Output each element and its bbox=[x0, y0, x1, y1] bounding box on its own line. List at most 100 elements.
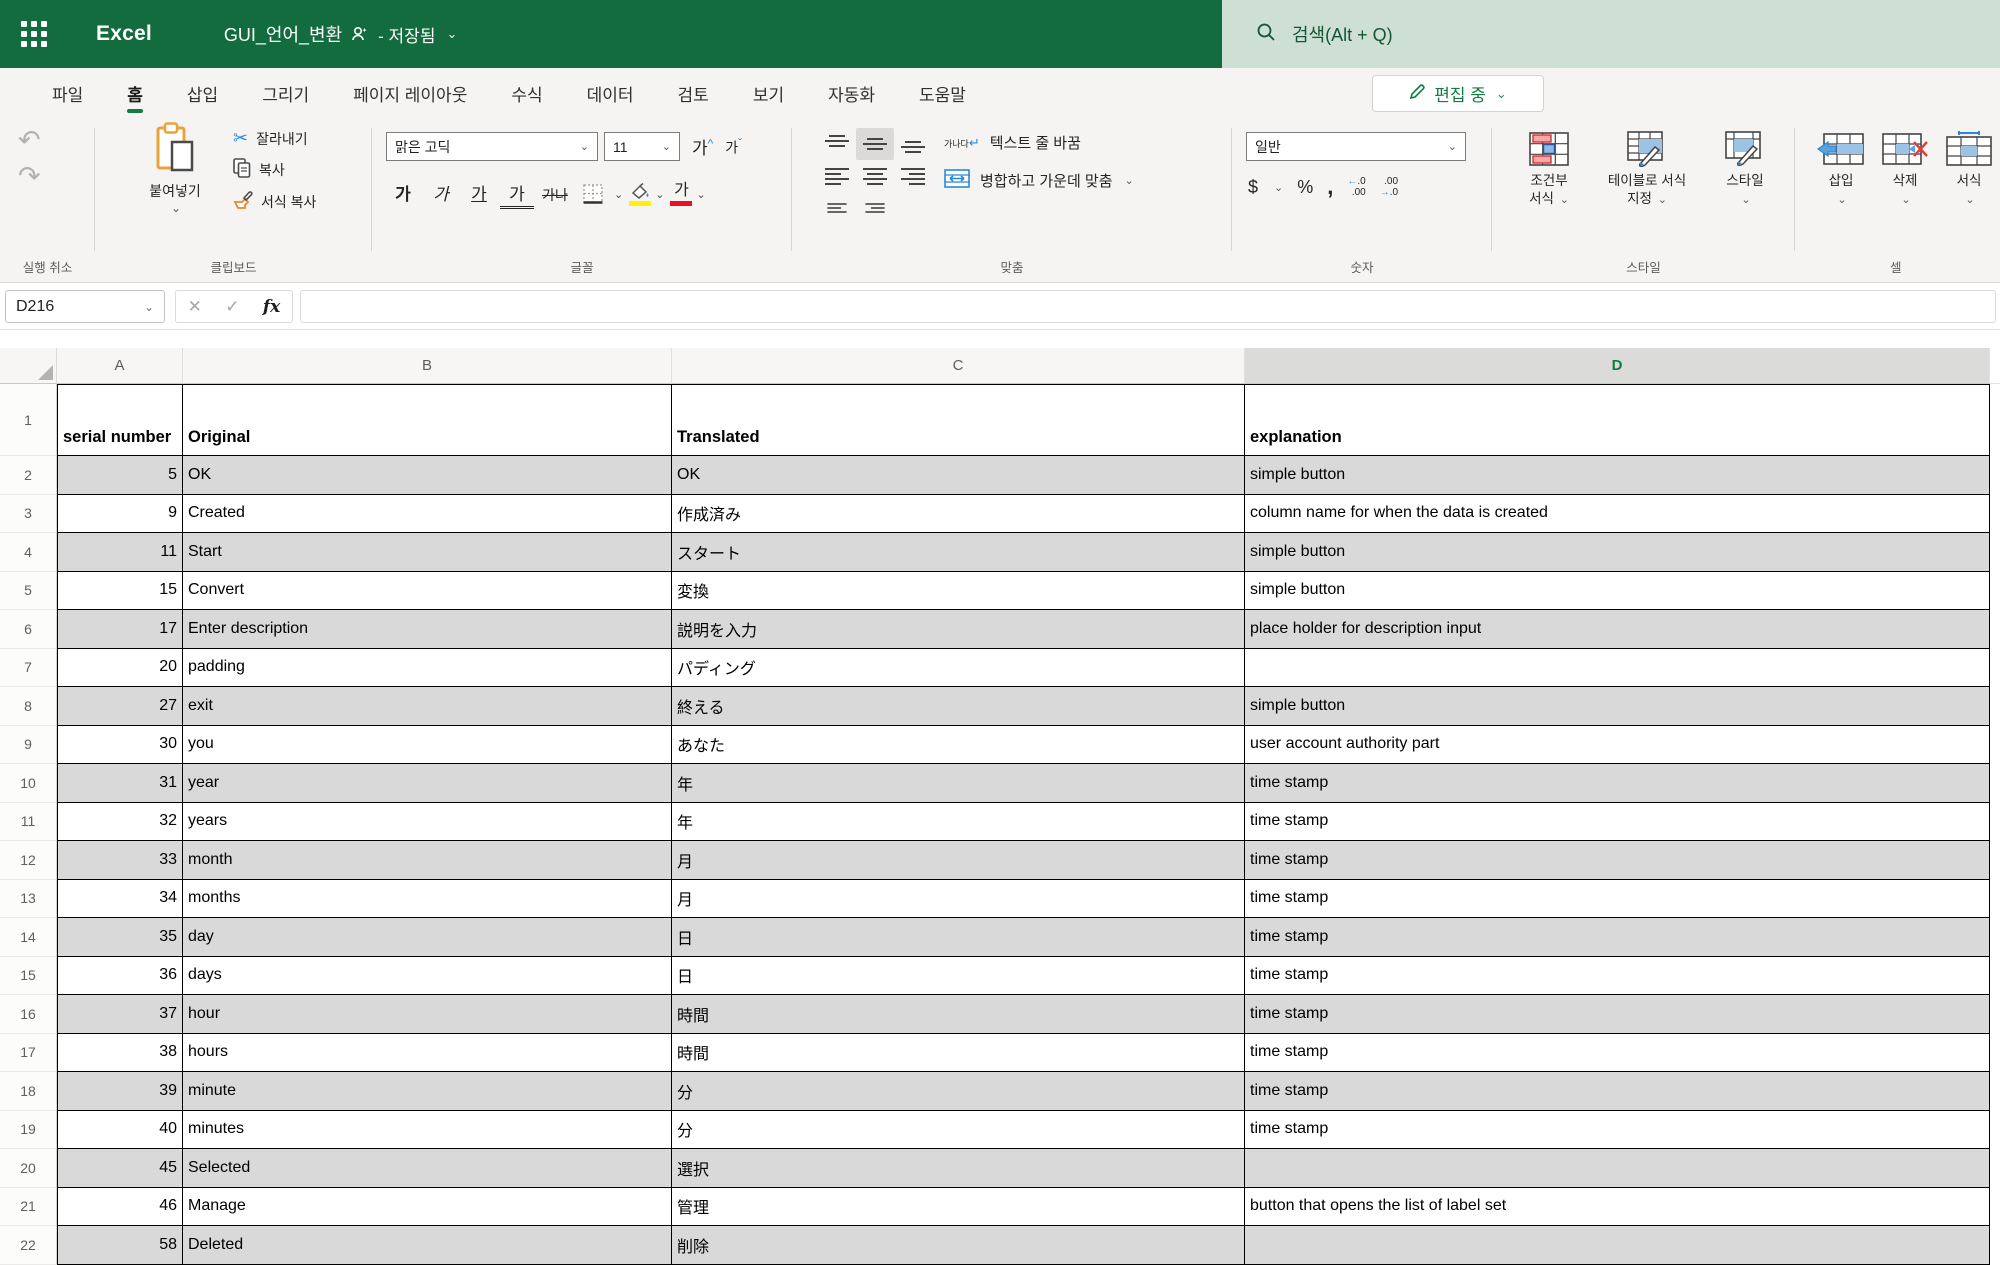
cell-D11[interactable]: time stamp bbox=[1245, 803, 1990, 842]
increase-decimal-button[interactable]: .00→.0 bbox=[1380, 176, 1398, 198]
cell-C10[interactable]: 年 bbox=[672, 764, 1245, 803]
row-header-1[interactable]: 1 bbox=[0, 384, 57, 456]
cell-B13[interactable]: months bbox=[183, 880, 672, 919]
cell-D6[interactable]: place holder for description input bbox=[1245, 610, 1990, 649]
strikethrough-button[interactable]: 가나 bbox=[538, 175, 572, 209]
cell-C18[interactable]: 分 bbox=[672, 1072, 1245, 1111]
tab-데이터[interactable]: 데이터 bbox=[565, 68, 656, 118]
chevron-down-icon[interactable]: ⌄ bbox=[655, 188, 664, 201]
editing-mode-button[interactable]: 편집 중 ⌄ bbox=[1372, 75, 1544, 112]
percent-format-button[interactable]: % bbox=[1297, 177, 1313, 198]
cell-D4[interactable]: simple button bbox=[1245, 533, 1990, 572]
cell-B9[interactable]: you bbox=[183, 726, 672, 765]
number-format-select[interactable]: 일반 ⌄ bbox=[1246, 132, 1466, 161]
cell-A15[interactable]: 36 bbox=[57, 957, 183, 996]
cell-B5[interactable]: Convert bbox=[183, 572, 672, 611]
cell-B4[interactable]: Start bbox=[183, 533, 672, 572]
row-header-4[interactable]: 4 bbox=[0, 533, 57, 572]
merge-center-button[interactable]: 병합하고 가운데 맞춤 ⌄ bbox=[944, 169, 1134, 192]
cell-D14[interactable]: time stamp bbox=[1245, 918, 1990, 957]
cell-A18[interactable]: 39 bbox=[57, 1072, 183, 1111]
row-header-9[interactable]: 9 bbox=[0, 726, 57, 765]
cell-A17[interactable]: 38 bbox=[57, 1034, 183, 1073]
cell-A12[interactable]: 33 bbox=[57, 841, 183, 880]
cell-B14[interactable]: day bbox=[183, 918, 672, 957]
cell-C2[interactable]: OK bbox=[672, 456, 1245, 495]
cell-B10[interactable]: year bbox=[183, 764, 672, 803]
tab-파일[interactable]: 파일 bbox=[30, 68, 105, 118]
cell-C21[interactable]: 管理 bbox=[672, 1188, 1245, 1227]
align-center-button[interactable] bbox=[856, 160, 894, 192]
bold-button[interactable]: 가 bbox=[386, 175, 420, 209]
row-header-16[interactable]: 16 bbox=[0, 995, 57, 1034]
cell-A4[interactable]: 11 bbox=[57, 533, 183, 572]
cell-D3[interactable]: column name for when the data is created bbox=[1245, 495, 1990, 534]
column-header-A[interactable]: A bbox=[57, 348, 183, 384]
tab-그리기[interactable]: 그리기 bbox=[240, 68, 331, 118]
cell-D13[interactable]: time stamp bbox=[1245, 880, 1990, 919]
cell-C15[interactable]: 日 bbox=[672, 957, 1245, 996]
cancel-entry-icon[interactable]: ✕ bbox=[188, 297, 202, 317]
cell-A5[interactable]: 15 bbox=[57, 572, 183, 611]
insert-cells-button[interactable]: 삽입 ⌄ bbox=[1809, 126, 1873, 208]
decrease-decimal-button[interactable]: ←.0.00 bbox=[1347, 176, 1365, 198]
format-as-table-button[interactable]: 테이블로 서식 지정 ⌄ bbox=[1598, 126, 1696, 208]
tab-삽입[interactable]: 삽입 bbox=[165, 68, 240, 118]
cell-A20[interactable]: 45 bbox=[57, 1149, 183, 1188]
cell-D18[interactable]: time stamp bbox=[1245, 1072, 1990, 1111]
row-header-6[interactable]: 6 bbox=[0, 610, 57, 649]
align-left-button[interactable] bbox=[818, 160, 856, 192]
decrease-font-size-button[interactable]: 가ˇ bbox=[725, 136, 742, 158]
format-cells-button[interactable]: 서식 ⌄ bbox=[1937, 126, 2000, 208]
cell-D12[interactable]: time stamp bbox=[1245, 841, 1990, 880]
cell-C1[interactable]: Translated bbox=[672, 384, 1245, 456]
fill-color-button[interactable] bbox=[629, 175, 651, 209]
undo-icon[interactable]: ↶ bbox=[18, 126, 41, 156]
tab-자동화[interactable]: 자동화 bbox=[806, 68, 897, 118]
borders-button[interactable] bbox=[576, 175, 610, 209]
cell-C13[interactable]: 月 bbox=[672, 880, 1245, 919]
cell-C16[interactable]: 時間 bbox=[672, 995, 1245, 1034]
cell-C8[interactable]: 終える bbox=[672, 687, 1245, 726]
cell-D1[interactable]: explanation bbox=[1245, 384, 1990, 456]
cell-B17[interactable]: hours bbox=[183, 1034, 672, 1073]
cell-B11[interactable]: years bbox=[183, 803, 672, 842]
cell-C17[interactable]: 時間 bbox=[672, 1034, 1245, 1073]
format-painter-button[interactable]: 서식 복사 bbox=[233, 190, 316, 213]
cell-C7[interactable]: パディング bbox=[672, 649, 1245, 688]
cell-A14[interactable]: 35 bbox=[57, 918, 183, 957]
cell-C5[interactable]: 変換 bbox=[672, 572, 1245, 611]
underline-button[interactable]: 가 bbox=[462, 175, 496, 209]
cell-D2[interactable]: simple button bbox=[1245, 456, 1990, 495]
italic-button[interactable]: 가 bbox=[424, 175, 458, 209]
formula-input[interactable] bbox=[300, 290, 1996, 323]
column-header-D[interactable]: D bbox=[1245, 348, 1990, 384]
cell-A9[interactable]: 30 bbox=[57, 726, 183, 765]
row-header-3[interactable]: 3 bbox=[0, 495, 57, 534]
cell-B1[interactable]: Original bbox=[183, 384, 672, 456]
align-top-button[interactable] bbox=[818, 128, 856, 160]
cell-C12[interactable]: 月 bbox=[672, 841, 1245, 880]
column-header-C[interactable]: C bbox=[672, 348, 1245, 384]
cell-B12[interactable]: month bbox=[183, 841, 672, 880]
insert-function-button[interactable]: fx bbox=[263, 297, 280, 317]
cell-B20[interactable]: Selected bbox=[183, 1149, 672, 1188]
cell-D21[interactable]: button that opens the list of label set bbox=[1245, 1188, 1990, 1227]
confirm-entry-icon[interactable]: ✓ bbox=[225, 297, 239, 317]
cell-C11[interactable]: 年 bbox=[672, 803, 1245, 842]
cell-A2[interactable]: 5 bbox=[57, 456, 183, 495]
cell-A22[interactable]: 58 bbox=[57, 1226, 183, 1265]
tab-도움말[interactable]: 도움말 bbox=[897, 68, 988, 118]
row-header-21[interactable]: 21 bbox=[0, 1188, 57, 1227]
cell-B19[interactable]: minutes bbox=[183, 1111, 672, 1150]
row-header-11[interactable]: 11 bbox=[0, 803, 57, 842]
align-bottom-button[interactable] bbox=[894, 128, 932, 160]
cell-D8[interactable]: simple button bbox=[1245, 687, 1990, 726]
cell-D5[interactable]: simple button bbox=[1245, 572, 1990, 611]
cell-A6[interactable]: 17 bbox=[57, 610, 183, 649]
double-underline-button[interactable]: 가 bbox=[500, 179, 534, 209]
row-header-2[interactable]: 2 bbox=[0, 456, 57, 495]
cell-styles-button[interactable]: 스타일 ⌄ bbox=[1696, 126, 1794, 208]
wrap-text-button[interactable]: 가나다↵ 텍스트 줄 바꿈 bbox=[944, 132, 1134, 153]
currency-format-button[interactable]: $ bbox=[1248, 177, 1258, 198]
